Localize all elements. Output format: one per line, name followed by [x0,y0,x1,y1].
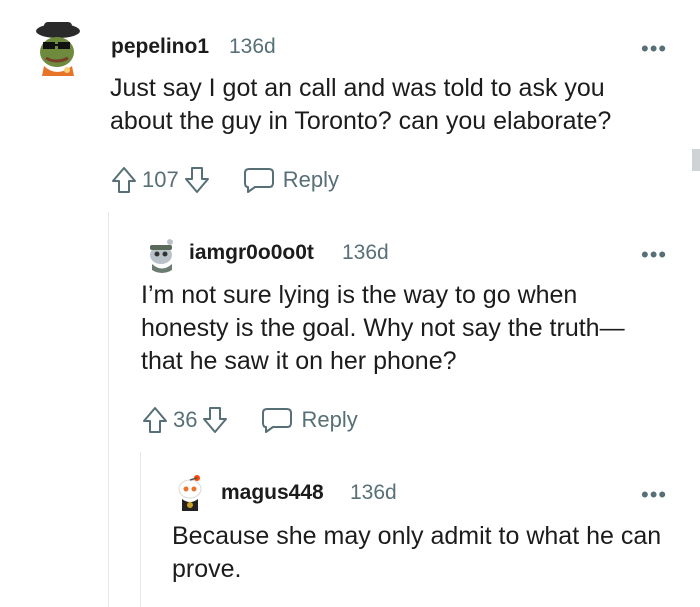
comment-bubble-icon [243,168,274,193]
avatar-snoo-icon[interactable] [173,474,207,514]
avatar-pepe-icon[interactable] [32,18,84,78]
more-options-button[interactable]: ••• [641,38,667,60]
upvote-icon[interactable] [108,164,140,196]
scrollbar-thumb[interactable] [692,149,700,171]
vote-count: 107 [142,167,179,192]
thread-line [140,452,141,607]
reply-button[interactable]: Reply [243,166,339,194]
comment-username[interactable]: iamgr0o0o0t [189,241,314,265]
comment-body: Just say I got an call and was told to a… [110,74,612,135]
upvote-icon[interactable] [139,404,171,436]
comment-username[interactable]: magus448 [221,481,324,505]
comment-actions: 107 Reply [108,163,339,197]
avatar-snoo-icon[interactable] [144,237,180,273]
comment-timestamp: 136d [342,241,389,264]
more-options-button[interactable]: ••• [641,484,667,506]
comment-body: Because she may only admit to what he ca… [172,522,662,583]
more-options-button[interactable]: ••• [641,244,667,266]
reply-label: Reply [301,407,358,432]
comment-timestamp: 136d [229,35,276,58]
downvote-icon[interactable] [199,404,231,436]
downvote-icon[interactable] [181,164,213,196]
comment-body: I’m not sure lying is the way to go when… [141,281,625,375]
reply-label: Reply [282,167,339,192]
reply-button[interactable]: Reply [261,406,358,434]
comment-timestamp: 136d [350,481,397,504]
thread-line [108,212,109,607]
comment-username[interactable]: pepelino1 [111,35,209,59]
vote-count: 36 [173,407,198,432]
comment-actions: 36 Reply [139,403,358,437]
comment-bubble-icon [262,408,293,433]
